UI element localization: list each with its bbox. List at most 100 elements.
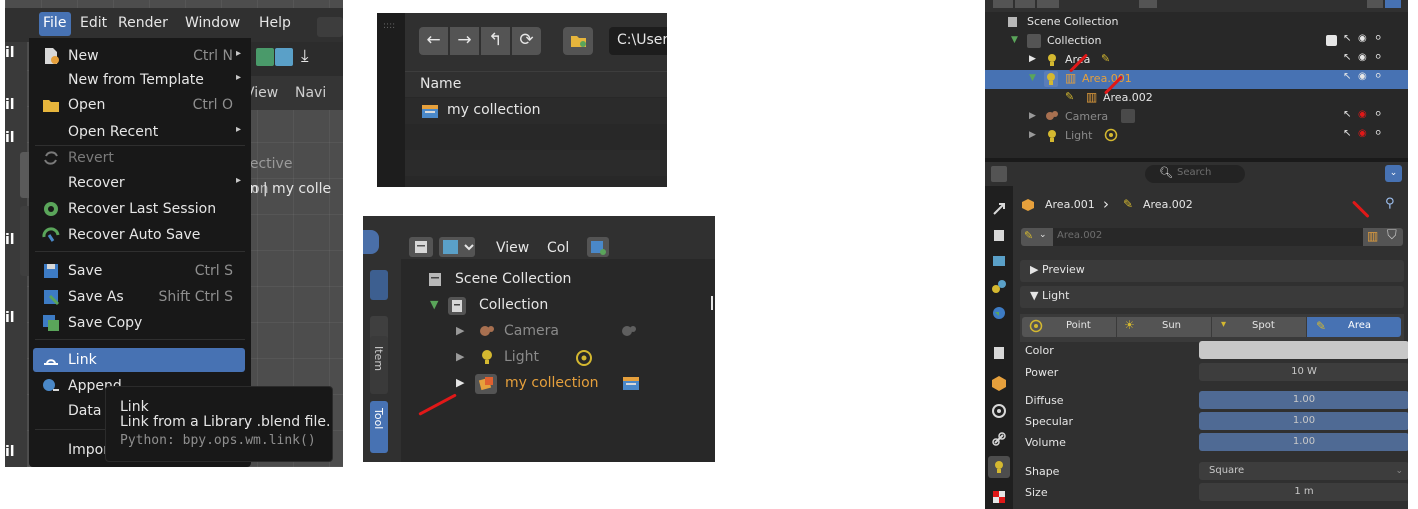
outliner-row-collection[interactable]: ▼ Collection ↖ ◉ ⚪ [985,32,1408,51]
camera-render-icon[interactable]: ⚪ [1374,128,1382,139]
fake-user-button[interactable]: ⛉ [1383,228,1403,246]
outliner-row-my-collection[interactable]: ▶ my collection [401,371,715,397]
specular-slider[interactable]: 1.00 [1199,412,1408,430]
menu-item-save-copy[interactable]: Save Copy [29,311,251,335]
menu-render[interactable]: Render [118,15,168,31]
filter-dropdown[interactable] [1367,0,1383,8]
select-arrow-icon[interactable]: ↖ [1343,33,1351,44]
scene-tab-icon[interactable] [988,276,1010,298]
outliner-row-scene-collection[interactable]: Scene Collection [985,13,1408,32]
dropdown-button[interactable] [370,270,388,300]
editor-type-button[interactable] [409,237,433,257]
collection-tab-icon[interactable] [988,342,1010,364]
eye-hidden-icon[interactable]: ◉ [1358,109,1367,120]
light-type-area[interactable]: ✎ Area [1307,317,1401,337]
menu-item-revert[interactable]: Revert [29,146,251,170]
view-menu[interactable]: View [496,240,529,256]
menu-item-new[interactable]: New Ctrl N ▸ [29,44,251,68]
constraints-tab-icon[interactable] [988,400,1010,422]
file-row[interactable]: my collection [405,98,667,124]
eye-hidden-icon[interactable]: ◉ [1358,128,1367,139]
select-arrow-icon[interactable]: ↖ [1343,109,1351,120]
menu-item-save[interactable]: Save Ctrl S [29,259,251,283]
new-collection-button[interactable] [1139,0,1157,8]
new-collection-button[interactable] [587,237,609,257]
editor-icon[interactable] [363,230,379,254]
eye-icon[interactable]: ◉ [1358,71,1367,82]
expand-arrow-icon[interactable]: ▶ [456,350,464,363]
light-type-point[interactable]: Point [1022,317,1116,337]
display-mode-button[interactable] [1015,0,1035,8]
power-field[interactable]: 10 W [1199,363,1408,381]
back-arrow-icon[interactable]: ← [419,27,448,55]
menu-item-open-recent[interactable]: Open Recent ▸ [29,120,251,144]
col-menu[interactable]: Col [547,240,569,256]
add-object-icon[interactable] [256,48,274,66]
outliner-row-scene-collection[interactable]: Scene Collection [401,267,715,293]
linked-library-button[interactable]: ▥ [1363,228,1383,246]
editor-type-button[interactable] [993,0,1013,8]
forward-arrow-icon[interactable]: → [450,27,479,55]
light-type-spot[interactable]: ▾ Spot [1212,317,1306,337]
menu-edit[interactable]: Edit [80,15,107,31]
object-data-link-icon[interactable] [988,428,1010,450]
select-arrow-icon[interactable]: ↖ [1343,52,1351,63]
expand-arrow-icon[interactable]: ▶ [456,324,464,337]
output-tab-icon[interactable] [988,250,1010,272]
outliner-row-camera[interactable]: ▶ Camera [401,319,715,345]
color-swatch[interactable] [1199,341,1408,359]
menu-item-save-as[interactable]: Save As Shift Ctrl S [29,285,251,309]
light-panel-header[interactable]: ▼ Light [1020,286,1404,308]
datablock-browse-button[interactable]: ✎ ⌄ [1021,228,1053,246]
render-tab-icon[interactable] [988,224,1010,246]
shape-dropdown[interactable]: Square ⌄ [1199,462,1408,480]
outliner-row-light[interactable]: ▶ Light ↖ ◉ ⚪ [985,127,1408,146]
menu-item-recover-last-session[interactable]: Recover Last Session [29,197,251,221]
filter-button[interactable] [1037,0,1059,8]
menu-item-link[interactable]: Link [33,348,245,372]
select-arrow-icon[interactable]: ↖ [1343,71,1351,82]
menu-item-recover-auto-save[interactable]: Recover Auto Save [29,223,251,247]
parent-directory-icon[interactable]: ↰ [481,27,510,55]
tool-tab-icon[interactable] [988,198,1010,220]
menu-help[interactable]: Help [259,15,291,31]
expand-arrow-icon[interactable]: ▶ [1029,54,1036,64]
funnel-icon[interactable] [1385,0,1401,8]
outliner-row-area-001[interactable]: ▼ ▥ Area.001 ↖ ◉ ⚪ [985,70,1408,89]
workspace-tab[interactable] [317,17,343,37]
outliner-row-light[interactable]: ▶ Light [401,345,715,371]
menu-item-new-from-template[interactable]: New from Template ▸ [29,68,251,92]
eye-icon[interactable]: ◉ [1358,52,1367,63]
expand-arrow-icon[interactable]: ▼ [1029,73,1036,83]
options-dropdown[interactable]: ⌄ [1385,165,1402,182]
outliner-row-area-002[interactable]: ✎ ▥ Area.002 [985,89,1408,108]
menu-item-open[interactable]: Open Ctrl O [29,93,251,117]
world-tab-icon[interactable] [988,302,1010,324]
select-arrow-icon[interactable]: ↖ [1343,128,1351,139]
expand-arrow-icon[interactable]: ▼ [430,298,438,311]
path-field[interactable]: C:\Users [609,27,667,55]
texture-tab-icon[interactable] [988,486,1010,508]
outliner-row-area[interactable]: ▶ Area ✎ ↖ ◉ ⚪ [985,51,1408,70]
menu-window[interactable]: Window [185,15,240,31]
light-data-tab-icon[interactable] [988,456,1010,478]
outliner-row-collection[interactable]: ▼ Collection [401,293,715,319]
eye-icon[interactable]: ◉ [1358,33,1367,44]
preview-panel-header[interactable]: ▶ Preview [1020,260,1404,282]
drag-handle-icon[interactable]: :::: [383,21,395,31]
expand-arrow-icon[interactable]: ▶ [1029,111,1036,121]
expand-arrow-icon[interactable]: ▼ [1011,35,1018,45]
display-mode-dropdown[interactable] [439,237,475,257]
object-tab-icon[interactable] [988,372,1010,394]
camera-render-icon[interactable]: ⚪ [1374,33,1382,44]
refresh-icon[interactable]: ⟳ [512,27,541,55]
new-folder-button[interactable] [563,27,593,55]
camera-render-icon[interactable]: ⚪ [1374,52,1382,63]
download-icon[interactable]: ⤓ [301,46,309,66]
outliner-row-camera[interactable]: ▶ Camera ↖ ◉ ⚪ [985,108,1408,127]
search-input[interactable]: 🔍︎ Search [1145,165,1245,183]
checkbox-icon[interactable] [1326,35,1337,46]
camera-render-icon[interactable]: ⚪ [1374,71,1382,82]
datablock-name-field[interactable]: Area.002 [1053,228,1363,246]
diffuse-slider[interactable]: 1.00 [1199,391,1408,409]
